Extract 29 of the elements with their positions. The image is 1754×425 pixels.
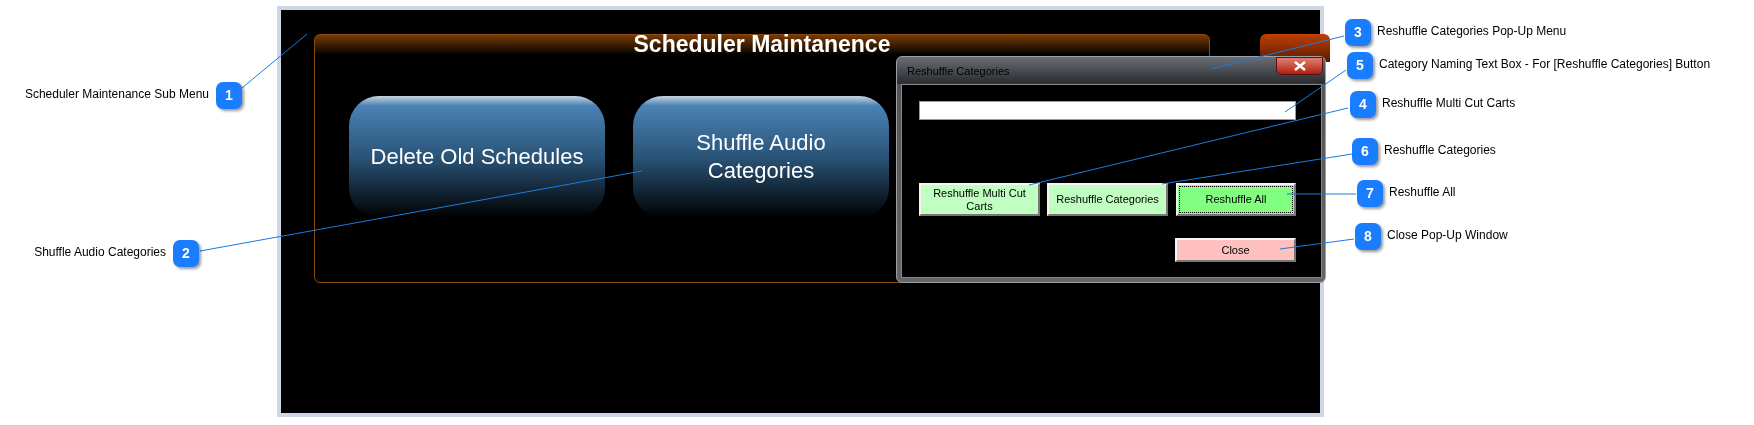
panel-title: Scheduler Maintanence (632, 30, 892, 59)
close-button[interactable] (1276, 57, 1323, 75)
callout-label: Reshuffle Multi Cut Carts (1382, 96, 1516, 110)
input-field[interactable] (919, 101, 1296, 120)
callout-badge: 6 (1352, 138, 1378, 165)
callout-badge: 3 (1345, 19, 1371, 46)
callout-badge: 5 (1347, 52, 1373, 79)
leader-line (241, 33, 308, 89)
callout-label: Close Pop-Up Window (1387, 228, 1508, 242)
dialog-button[interactable]: Reshuffle All (1176, 183, 1296, 216)
dialog-button[interactable]: Reshuffle Multi Cut Carts (919, 183, 1040, 216)
dialog-button[interactable]: Reshuffle Categories (1047, 183, 1168, 216)
callout-label: Reshuffle Categories Pop-Up Menu (1377, 24, 1567, 38)
callout-badge: 8 (1355, 223, 1381, 250)
callout-label: Scheduler Maintenance Sub Menu (24, 87, 209, 101)
callout-badge: 4 (1350, 91, 1376, 118)
callout-label: Category Naming Text Box - For [Reshuffle Categories] Button (1379, 57, 1711, 71)
menu-button[interactable]: Delete Old Schedules (349, 96, 605, 218)
dialog-title: Reshuffle Categories (906, 64, 1011, 79)
callout-badge: 1 (216, 82, 242, 109)
close-icon (1293, 61, 1306, 71)
dialog-button[interactable]: Close (1175, 238, 1296, 262)
callout-label: Reshuffle All (1389, 185, 1456, 199)
callout-label: Reshuffle Categories (1384, 143, 1496, 157)
callout-badge: 2 (173, 240, 199, 267)
callout-label: Shuffle Audio Categories (34, 245, 166, 259)
callout-badge: 7 (1357, 180, 1383, 207)
leader-line (1286, 193, 1357, 195)
menu-button[interactable]: Shuffle Audio Categories (633, 96, 889, 218)
